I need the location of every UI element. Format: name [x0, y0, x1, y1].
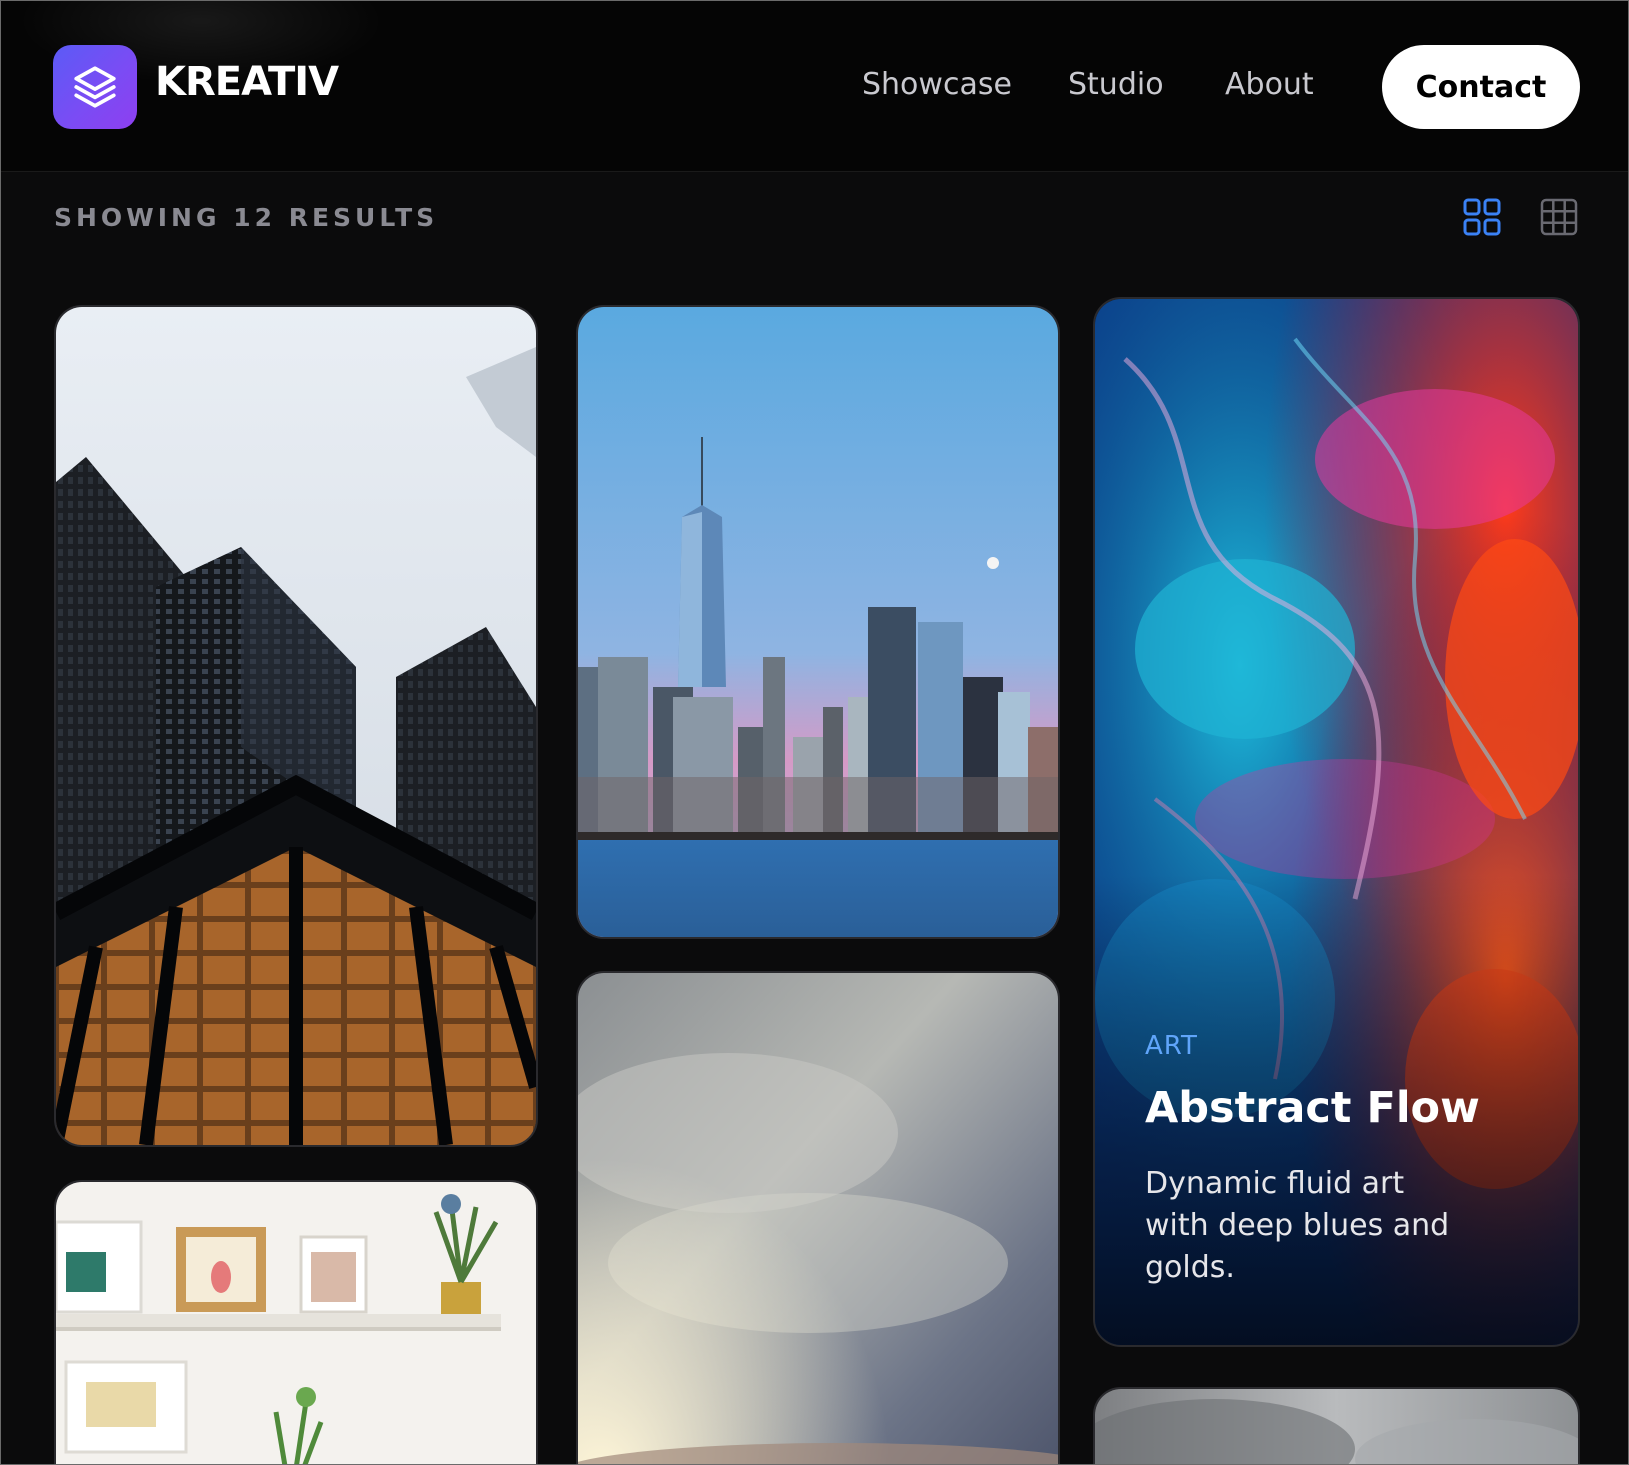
- gallery-card-sky[interactable]: [576, 971, 1060, 1464]
- gallery-card-cityscape[interactable]: [576, 305, 1060, 939]
- shelves-image: [56, 1182, 536, 1464]
- skyline-image: [578, 307, 1058, 937]
- grid-view-small-button[interactable]: [1539, 197, 1579, 237]
- contact-button[interactable]: Contact: [1382, 45, 1580, 129]
- logo-badge[interactable]: [53, 45, 137, 129]
- card-caption: ART Abstract Flow Dynamic fluid art with…: [1095, 1031, 1578, 1345]
- site-header: KREATIV Showcase Studio About Contact: [1, 1, 1628, 172]
- grey-sky-image: [1095, 1389, 1578, 1464]
- nav-showcase[interactable]: Showcase: [862, 67, 1012, 102]
- nav-studio[interactable]: Studio: [1068, 67, 1164, 102]
- layers-icon: [74, 66, 116, 108]
- results-count: SHOWING 12 RESULTS: [54, 203, 439, 232]
- app-window: KREATIV Showcase Studio About Contact SH…: [0, 0, 1629, 1465]
- grid-small-icon: [1540, 198, 1578, 236]
- card-title: Abstract Flow: [1145, 1083, 1480, 1133]
- grid-view-large-button[interactable]: [1462, 197, 1502, 237]
- cloudy-desert-image: [578, 973, 1058, 1464]
- gallery-card-interior[interactable]: [54, 1180, 538, 1464]
- nav-about[interactable]: About: [1225, 67, 1314, 102]
- brand-name[interactable]: KREATIV: [155, 59, 339, 105]
- skyscrapers-image: [56, 307, 536, 1145]
- card-category-tag: ART: [1145, 1031, 1198, 1061]
- gallery-card-abstract-flow[interactable]: ART Abstract Flow Dynamic fluid art with…: [1093, 297, 1580, 1347]
- gallery-card-clouds[interactable]: [1093, 1387, 1580, 1464]
- card-description: Dynamic fluid art with deep blues and go…: [1145, 1166, 1450, 1285]
- grid-large-icon: [1463, 198, 1501, 236]
- gallery-card-architecture[interactable]: [54, 305, 538, 1147]
